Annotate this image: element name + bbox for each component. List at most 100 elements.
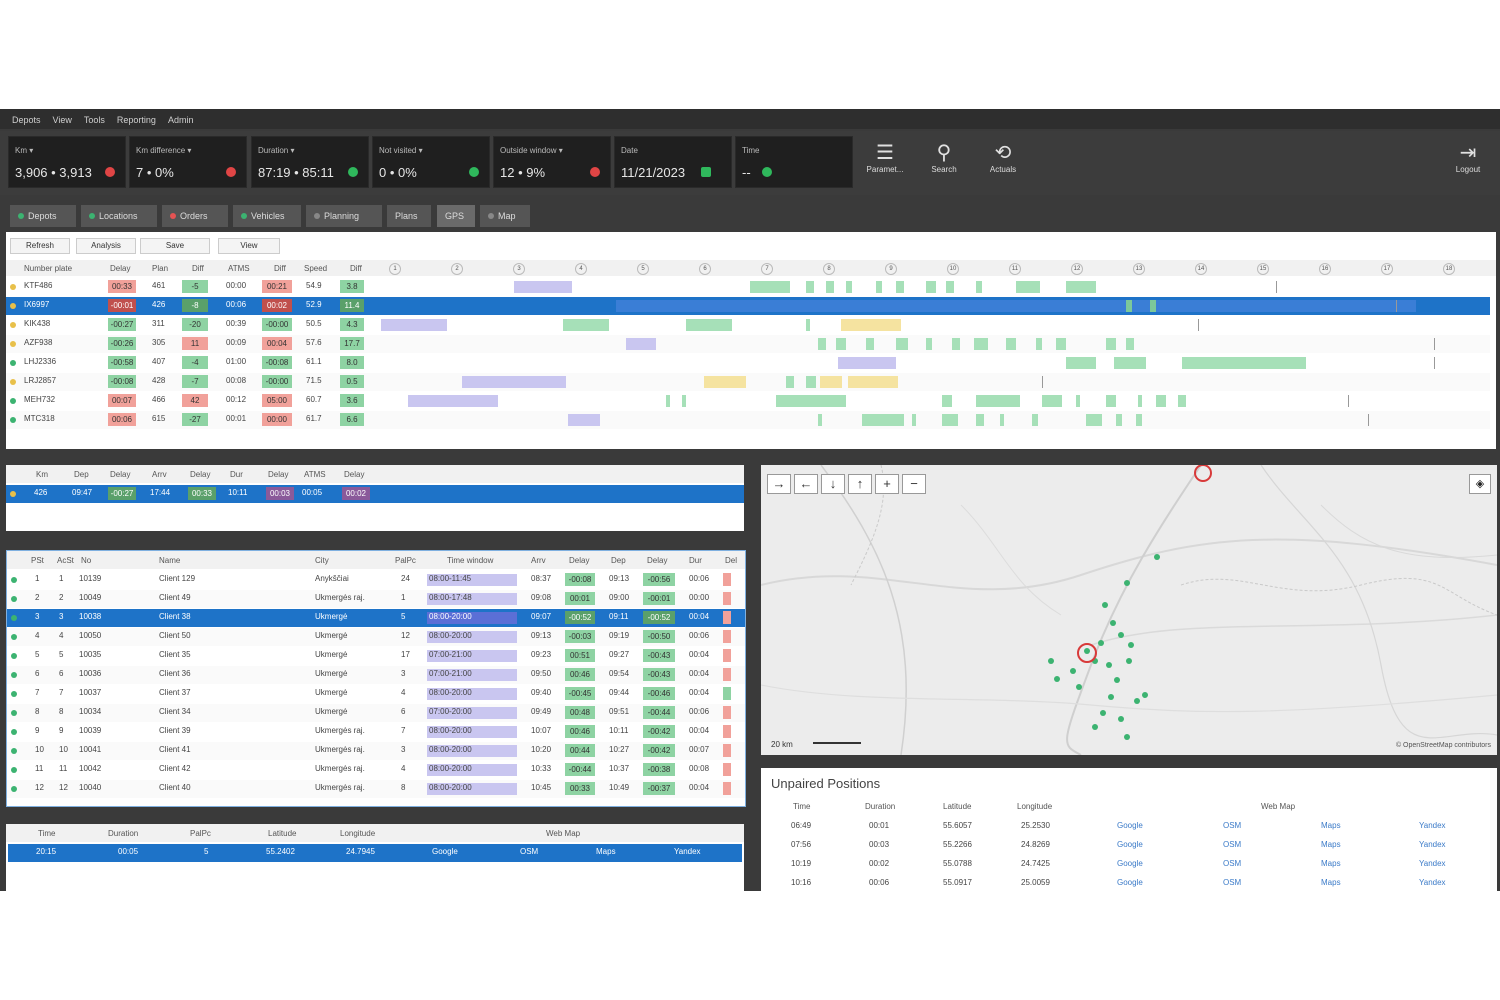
column-header[interactable]: Longitude <box>340 829 375 838</box>
column-header[interactable]: Arrv <box>531 556 546 565</box>
column-header[interactable]: Latitude <box>943 802 971 811</box>
timeline-segment[interactable] <box>1086 414 1102 426</box>
column-header[interactable]: Delay <box>190 470 210 479</box>
vehicle-row[interactable]: AZF938 -00:26 305 11 00:09 00:04 57.6 17.7 <box>6 335 1490 353</box>
timeline-segment[interactable] <box>1114 357 1146 369</box>
vehicle-row[interactable]: LHJ2336 -00:58 407 -4 01:00 -00:08 61.1 8.0 <box>6 354 1490 372</box>
column-header[interactable]: Time <box>38 829 55 838</box>
column-header[interactable]: Duration <box>865 802 895 811</box>
web-map-link[interactable]: Maps <box>1321 840 1341 849</box>
stop-row[interactable]: 4 4 10050 Client 50 Ukmergė 12 08:00-20:00 09:1… <box>7 628 745 646</box>
stop-row[interactable]: 2 2 10049 Client 49 Ukmergės raj. 1 08:00-17:4… <box>7 590 745 608</box>
timeline-segment[interactable] <box>1106 338 1116 350</box>
layers-icon[interactable]: ◈ <box>1469 474 1491 494</box>
timeline-segment[interactable] <box>1066 357 1096 369</box>
stop-row[interactable]: 12 12 10040 Client 40 Ukmergės raj. 8 08:00-20… <box>7 780 745 798</box>
timeline-segment[interactable] <box>1126 338 1134 350</box>
pan-left-icon[interactable]: ← <box>794 474 818 494</box>
timeline-segment[interactable] <box>841 319 901 331</box>
unpaired-row[interactable]: 07:56 00:03 55.2266 24.8269 Google OSM Maps Yan… <box>761 837 1485 855</box>
timeline-segment[interactable] <box>806 281 814 293</box>
timeline-segment[interactable] <box>818 414 822 426</box>
column-header[interactable]: Dep <box>611 556 626 565</box>
kpi-1[interactable]: Km difference ▾ 7 • 0% <box>129 136 247 188</box>
column-header[interactable]: Del <box>725 556 737 565</box>
stop-row[interactable]: 6 6 10036 Client 36 Ukmergė 3 07:00-21:00 09:50… <box>7 666 745 684</box>
timeline-segment[interactable] <box>568 414 600 426</box>
timeline-segment[interactable] <box>1016 281 1040 293</box>
map-canvas[interactable] <box>761 465 1497 755</box>
column-header[interactable]: Diff <box>350 264 362 273</box>
column-header[interactable]: Arrv <box>152 470 167 479</box>
web-map-link[interactable]: Yandex <box>1419 840 1446 849</box>
web-map-link[interactable]: Yandex <box>1419 878 1446 887</box>
stop-row[interactable]: 8 8 10034 Client 34 Ukmergė 6 07:00-20:00 09:49… <box>7 704 745 722</box>
timeline-segment[interactable] <box>862 414 904 426</box>
vehicle-row[interactable]: MEH732 00:07 466 42 00:12 05:00 60.7 3.6 <box>6 392 1490 410</box>
timeline-segment[interactable] <box>836 338 846 350</box>
timeline-segment[interactable] <box>666 395 670 407</box>
tab-depots[interactable]: Depots <box>10 205 76 227</box>
timeline-segment[interactable] <box>896 281 904 293</box>
tab-orders[interactable]: Orders <box>162 205 228 227</box>
timeline-segment[interactable] <box>776 395 846 407</box>
vehicle-row[interactable]: KIK438 -00:27 311 -20 00:39 -00:00 50.5 4.3 <box>6 316 1490 334</box>
summary-row[interactable]: 426 09:47 -00:27 17:44 00:33 10:11 00:03 00:05 0… <box>6 485 744 503</box>
column-header[interactable]: Delay <box>344 470 364 479</box>
timeline-segment[interactable] <box>826 281 834 293</box>
timeline-segment[interactable] <box>866 338 874 350</box>
timeline-segment[interactable] <box>976 281 982 293</box>
timeline-segment[interactable] <box>912 414 916 426</box>
column-header[interactable]: Number plate <box>24 264 72 273</box>
column-header[interactable]: PalPc <box>190 829 211 838</box>
timeline-segment[interactable] <box>1178 395 1186 407</box>
column-header[interactable]: Web Map <box>1261 802 1295 811</box>
column-header[interactable]: Longitude <box>1017 802 1052 811</box>
column-header[interactable]: No <box>81 556 91 565</box>
web-map-link[interactable]: Google <box>1117 878 1143 887</box>
tab-locations[interactable]: Locations <box>81 205 157 227</box>
timeline-segment[interactable] <box>926 338 932 350</box>
web-map-link[interactable]: Google <box>1117 859 1143 868</box>
timeline-segment[interactable] <box>1156 395 1166 407</box>
web-map-link[interactable]: Maps <box>596 847 616 856</box>
column-header[interactable]: Delay <box>110 264 130 273</box>
pan-down-icon[interactable]: ↓ <box>821 474 845 494</box>
kpi-6[interactable]: Time -- <box>735 136 853 188</box>
column-header[interactable]: Dep <box>74 470 89 479</box>
web-map-link[interactable]: OSM <box>1223 878 1241 887</box>
timeline-segment[interactable] <box>942 395 952 407</box>
timeline-segment[interactable] <box>408 395 498 407</box>
timeline-segment[interactable] <box>626 338 656 350</box>
web-map-link[interactable]: OSM <box>1223 821 1241 830</box>
column-header[interactable]: Dur <box>689 556 702 565</box>
web-map-link[interactable]: Google <box>432 847 458 856</box>
depot-marker-top[interactable] <box>1194 465 1212 482</box>
calendar-icon[interactable] <box>701 167 711 177</box>
timeline-segment[interactable] <box>1032 414 1038 426</box>
timeline-segment[interactable] <box>462 376 566 388</box>
timeline-segment[interactable] <box>616 300 1416 312</box>
sliders-button[interactable]: ☰ Paramet... <box>860 141 910 174</box>
search-button[interactable]: ⚲ Search <box>919 141 969 174</box>
column-header[interactable]: Diff <box>192 264 204 273</box>
web-map-link[interactable]: Maps <box>1321 878 1341 887</box>
timeline-segment[interactable] <box>1056 338 1066 350</box>
tab-map[interactable]: Map <box>480 205 530 227</box>
column-header[interactable]: Km <box>36 470 48 479</box>
column-header[interactable]: PalPc <box>395 556 416 565</box>
timeline-segment[interactable] <box>926 281 936 293</box>
column-header[interactable]: City <box>315 556 329 565</box>
pan-right-icon[interactable]: → <box>767 474 791 494</box>
web-map-link[interactable]: Google <box>1117 840 1143 849</box>
web-map-link[interactable]: OSM <box>1223 859 1241 868</box>
web-map-link[interactable]: Maps <box>1321 821 1341 830</box>
timeline-segment[interactable] <box>806 319 810 331</box>
column-header[interactable]: ATMS <box>304 470 326 479</box>
timeline-segment[interactable] <box>818 338 826 350</box>
column-header[interactable]: Delay <box>110 470 130 479</box>
column-header[interactable]: Dur <box>230 470 243 479</box>
timeline-segment[interactable] <box>786 376 794 388</box>
logout-button[interactable]: ⇥ Logout <box>1443 141 1493 174</box>
vehicle-row[interactable]: MTC318 00:06 615 -27 00:01 00:00 61.7 6.6 <box>6 411 1490 429</box>
